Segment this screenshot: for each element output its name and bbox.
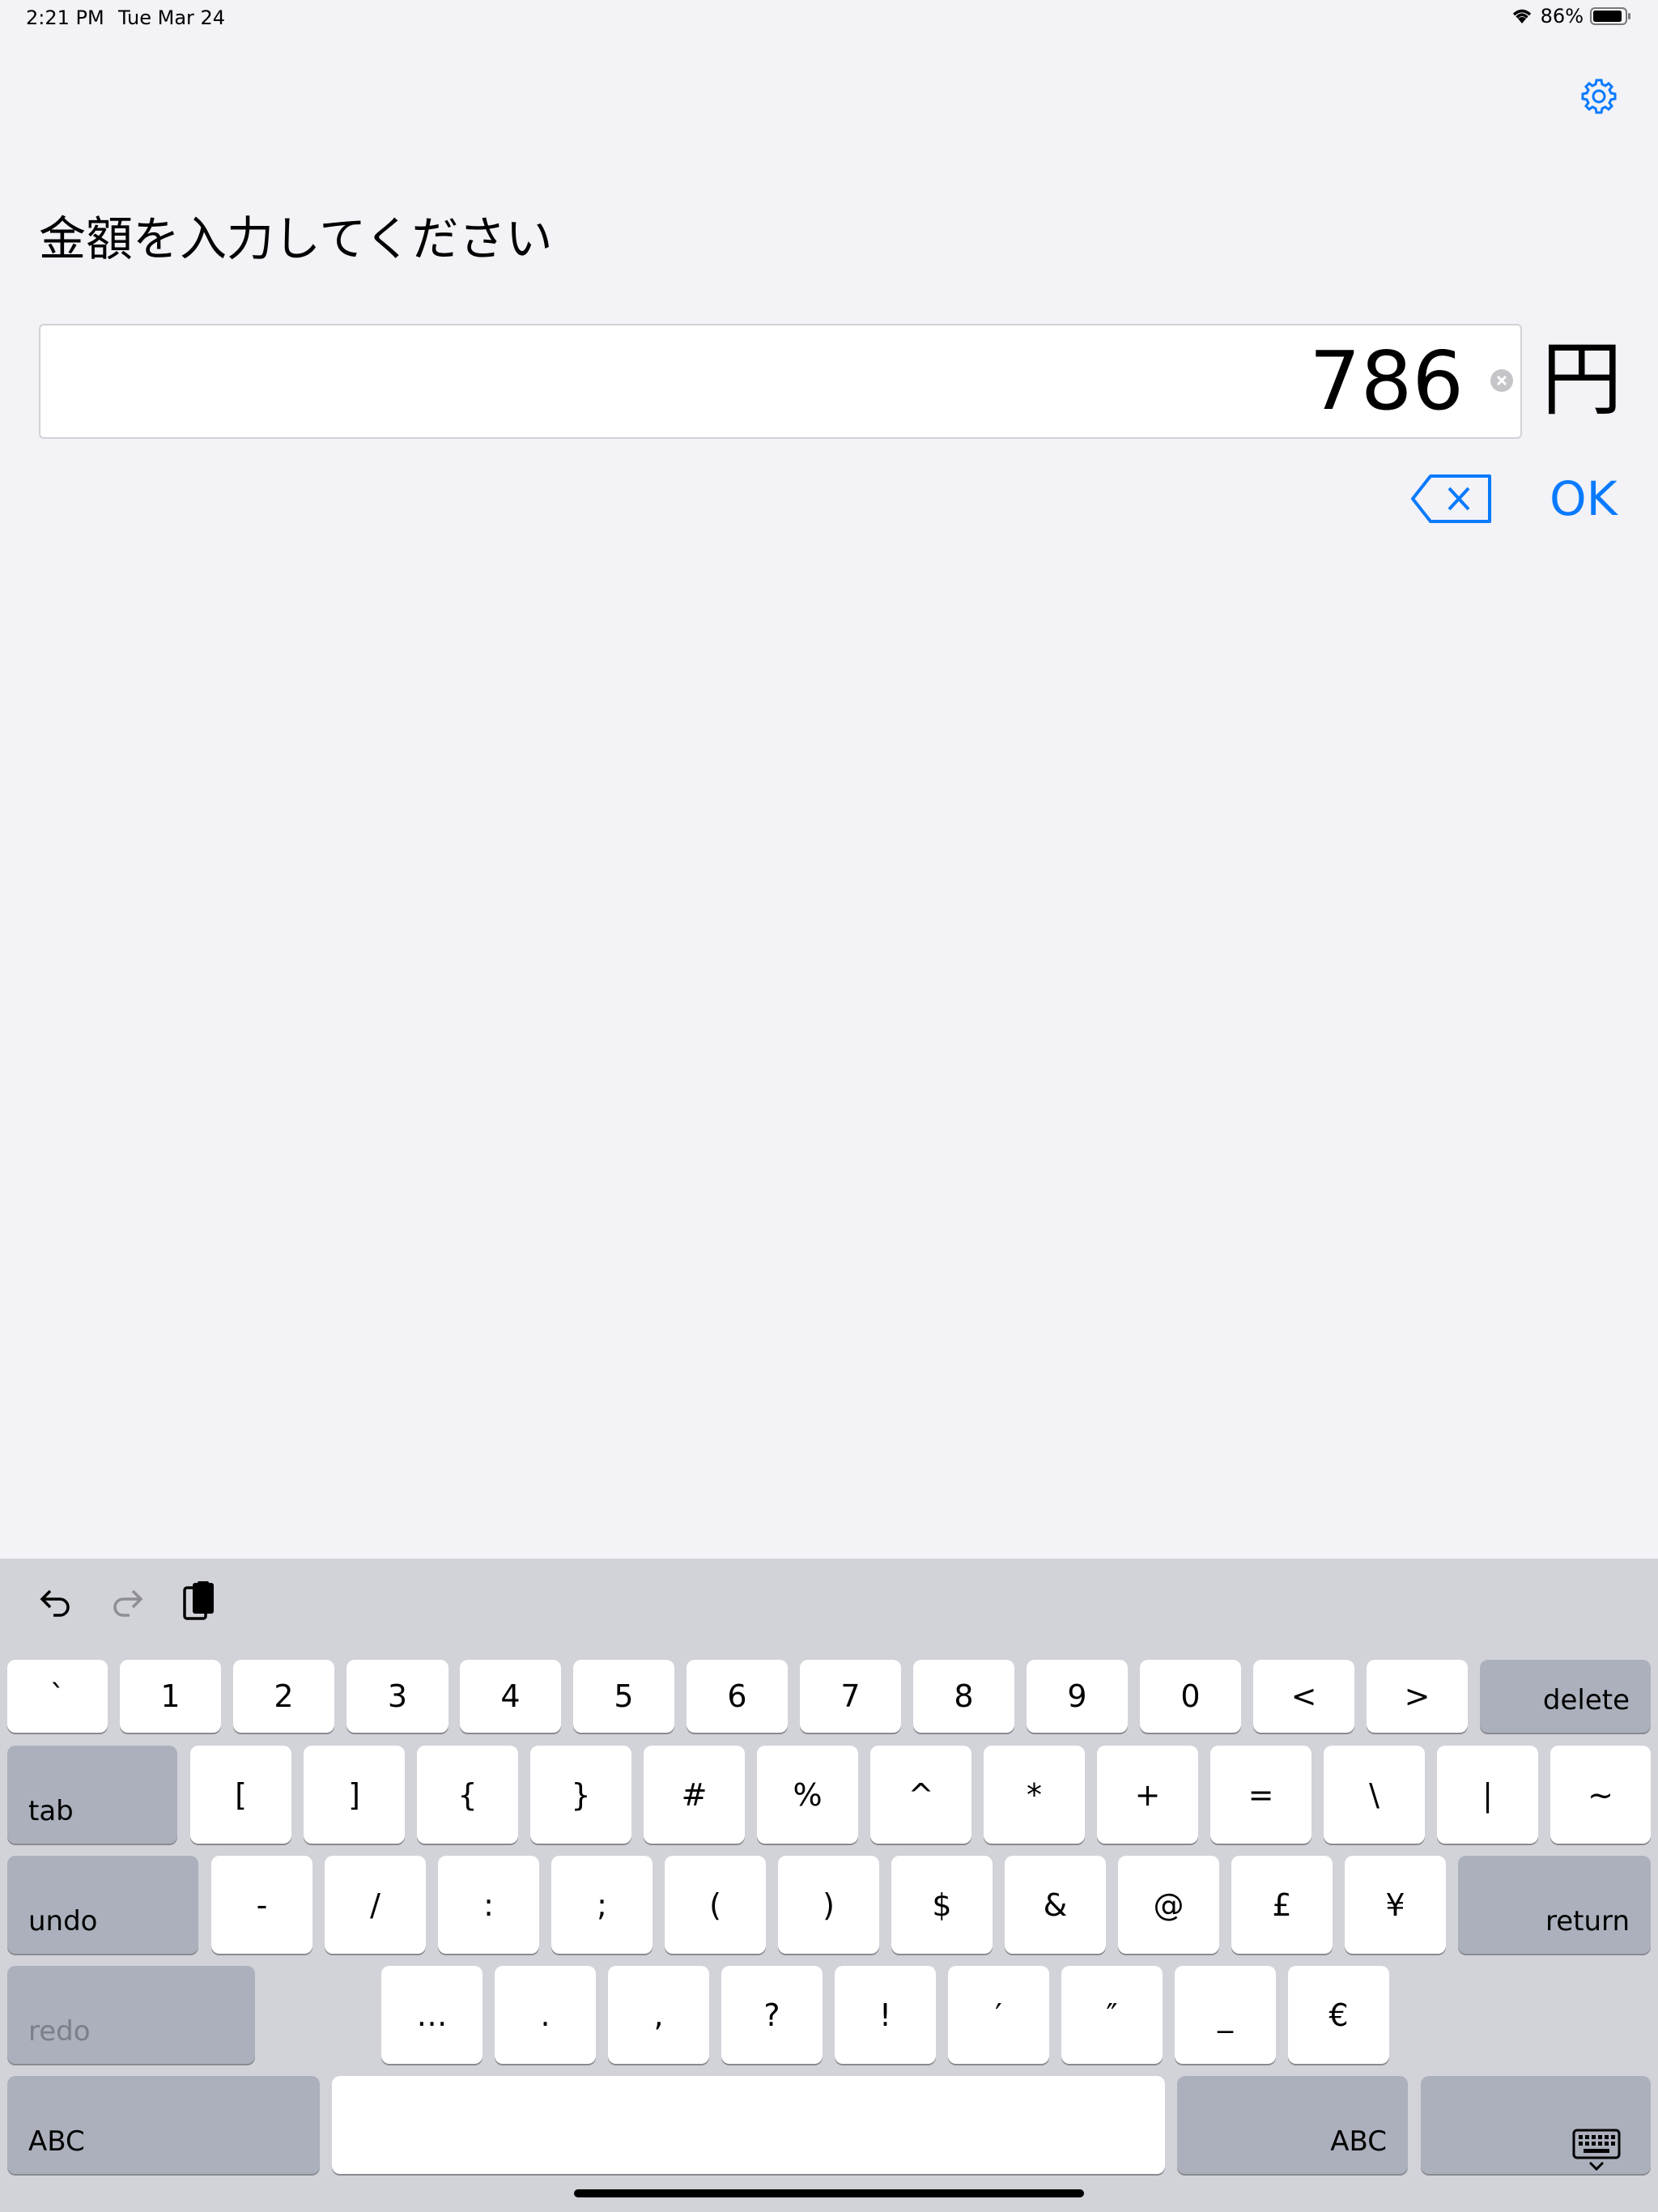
key-8[interactable]: 8 [913,1660,1014,1733]
abc-key-right[interactable]: ABC [1177,2076,1408,2174]
keyboard-dismiss-icon [1572,2129,1621,2171]
key-7[interactable]: 7 [800,1660,901,1733]
backspace-button[interactable] [1410,474,1493,524]
key-slash[interactable]: / [325,1856,426,1954]
key-equals[interactable]: = [1210,1746,1312,1844]
key-question[interactable]: ? [721,1966,823,2064]
key-6[interactable]: 6 [687,1660,788,1733]
key-caret[interactable]: ^ [870,1746,971,1844]
key-underscore[interactable]: _ [1175,1966,1276,2064]
clear-icon[interactable] [1490,368,1514,393]
key-greater-than[interactable]: > [1367,1660,1468,1733]
key-left-paren[interactable]: ( [665,1856,766,1954]
key-0[interactable]: 0 [1140,1660,1241,1733]
key-exclamation[interactable]: ! [835,1966,936,2064]
key-left-bracket[interactable]: [ [190,1746,291,1844]
key-percent[interactable]: % [757,1746,858,1844]
key-3[interactable]: 3 [346,1660,449,1733]
key-asterisk[interactable]: * [984,1746,1085,1844]
wifi-icon [1510,7,1534,25]
key-colon[interactable]: : [438,1856,539,1954]
key-dollar[interactable]: $ [891,1856,993,1954]
redo-key[interactable]: redo [7,1966,255,2064]
key-at[interactable]: @ [1118,1856,1219,1954]
dismiss-keyboard-key[interactable] [1421,2076,1651,2174]
key-plus[interactable]: + [1097,1746,1198,1844]
key-period[interactable]: . [495,1966,596,2064]
key-5[interactable]: 5 [573,1660,674,1733]
key-backslash[interactable]: \ [1324,1746,1425,1844]
key-less-than[interactable]: < [1253,1660,1354,1733]
key-ampersand[interactable]: & [1005,1856,1106,1954]
space-key[interactable] [332,2076,1165,2174]
key-right-brace[interactable]: } [530,1746,631,1844]
status-date: Tue Mar 24 [118,6,226,29]
key-yen[interactable]: ¥ [1345,1856,1446,1954]
key-ellipsis[interactable]: … [381,1966,483,2064]
key-double-prime[interactable]: ″ [1061,1966,1163,2064]
key-euro[interactable]: € [1288,1966,1389,2064]
amount-value: 786 [1309,334,1464,428]
key-left-brace[interactable]: { [417,1746,518,1844]
key-2[interactable]: 2 [233,1660,334,1733]
status-bar: 2:21 PM Tue Mar 24 86% [0,0,1658,39]
ok-button[interactable]: OK [1550,471,1618,526]
undo-icon[interactable] [36,1583,74,1625]
key-backtick[interactable]: ` [7,1660,108,1733]
gear-icon [1581,79,1617,114]
key-hyphen[interactable]: - [211,1856,312,1954]
currency-unit: 円 [1541,332,1622,427]
keyboard: ` 1 2 3 4 5 6 7 8 9 0 < > delete tab [ ]… [0,1559,1658,2212]
key-1[interactable]: 1 [120,1660,221,1733]
delete-key[interactable]: delete [1480,1660,1651,1733]
key-comma[interactable]: , [608,1966,709,2064]
key-semicolon[interactable]: ; [551,1856,653,1954]
status-time: 2:21 PM [26,6,104,29]
key-right-bracket[interactable]: ] [304,1746,405,1844]
key-hash[interactable]: # [644,1746,745,1844]
amount-prompt: 金額を入力してください [39,211,553,266]
undo-key[interactable]: undo [7,1856,198,1954]
redo-icon[interactable] [108,1583,147,1625]
home-indicator [574,2189,1084,2197]
paste-icon[interactable] [181,1581,220,1627]
return-key[interactable]: return [1458,1856,1651,1954]
status-indicators: 86% [1510,5,1632,28]
backspace-icon [1411,474,1491,523]
settings-button[interactable] [1579,77,1618,116]
key-9[interactable]: 9 [1027,1660,1128,1733]
key-right-paren[interactable]: ) [778,1856,879,1954]
key-tilde[interactable]: ~ [1550,1746,1651,1844]
key-4[interactable]: 4 [460,1660,561,1733]
key-pipe[interactable]: | [1437,1746,1538,1844]
tab-key[interactable]: tab [7,1746,177,1844]
battery-icon [1590,6,1632,26]
amount-input[interactable]: 786 [39,324,1522,439]
abc-key-left[interactable]: ABC [7,2076,320,2174]
key-prime[interactable]: ′ [948,1966,1049,2064]
key-pound[interactable]: £ [1231,1856,1333,1954]
battery-percent: 86% [1540,5,1584,28]
